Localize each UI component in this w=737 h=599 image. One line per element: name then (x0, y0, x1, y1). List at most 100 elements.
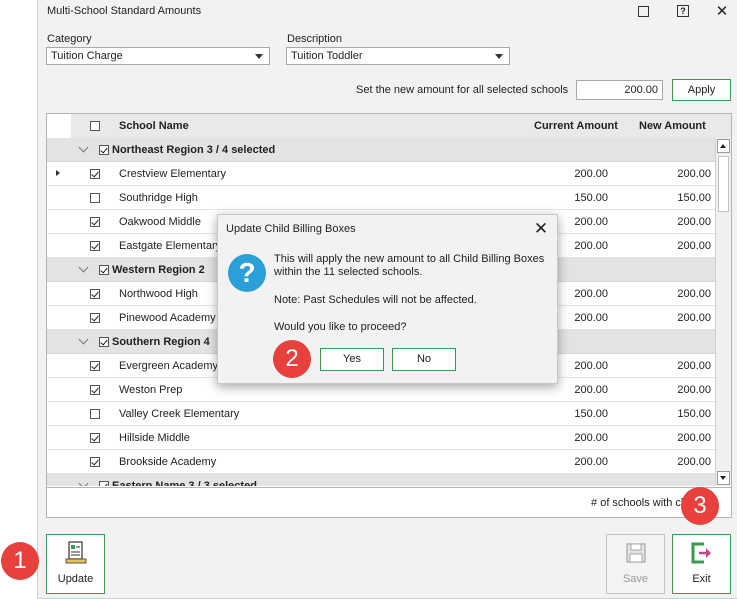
table-row[interactable]: Brookside Academy 200.00 200.00 (47, 450, 715, 474)
row-checkbox[interactable] (90, 289, 100, 299)
current-amount-cell: 200.00 (574, 432, 608, 444)
table-row[interactable]: Southridge High 150.00 150.00 (47, 186, 715, 210)
title-bar: Multi-School Standard Amounts ? ✕ (38, 0, 737, 24)
school-name-cell: Weston Prep (119, 384, 183, 396)
row-checkbox[interactable] (90, 361, 100, 371)
select-all-checkbox[interactable] (90, 121, 100, 131)
current-amount-cell: 200.00 (574, 240, 608, 252)
dialog-message-line2: within the 11 selected schools. (274, 266, 423, 278)
group-checkbox[interactable] (99, 265, 109, 275)
description-label: Description (287, 33, 343, 45)
chevron-down-icon[interactable] (78, 142, 89, 153)
row-checkbox[interactable] (90, 385, 100, 395)
help-icon: ? (677, 5, 689, 17)
save-button[interactable]: Save (606, 534, 665, 594)
current-amount-cell: 200.00 (574, 288, 608, 300)
dialog-question: Would you like to proceed? (274, 321, 407, 333)
new-amount-cell[interactable]: 200.00 (677, 312, 711, 324)
description-value: Tuition Toddler (291, 50, 363, 62)
group-row[interactable]: Eastern Name 3 / 3 selected (47, 474, 715, 486)
scroll-down-arrow-icon[interactable] (717, 471, 730, 485)
new-amount-cell[interactable]: 200.00 (677, 432, 711, 444)
col-current-amount[interactable]: Current Amount (534, 120, 618, 132)
maximize-icon (637, 5, 649, 17)
description-select[interactable]: Tuition Toddler (286, 47, 510, 65)
step-badge-1: 1 (1, 542, 39, 580)
row-checkbox[interactable] (90, 313, 100, 323)
new-amount-cell[interactable]: 150.00 (677, 192, 711, 204)
confirm-dialog: Update Child Billing Boxes ✕ ? This will… (217, 214, 558, 384)
row-checkbox[interactable] (90, 409, 100, 419)
current-amount-cell: 200.00 (574, 216, 608, 228)
current-amount-cell: 200.00 (574, 384, 608, 396)
close-button[interactable]: ✕ (711, 2, 733, 20)
row-checkbox[interactable] (90, 169, 100, 179)
school-name-cell: Brookside Academy (119, 456, 217, 468)
group-checkbox[interactable] (99, 145, 109, 155)
dialog-close-icon[interactable]: ✕ (533, 219, 549, 239)
current-amount-cell: 200.00 (574, 168, 608, 180)
group-checkbox[interactable] (99, 337, 109, 347)
chevron-down-icon[interactable] (78, 334, 89, 345)
step-badge-2: 2 (273, 340, 311, 378)
vertical-scrollbar[interactable] (715, 138, 731, 486)
help-button[interactable]: ? (672, 2, 694, 20)
new-amount-cell[interactable]: 200.00 (677, 216, 711, 228)
close-icon: ✕ (715, 3, 729, 20)
new-amount-cell[interactable]: 200.00 (677, 384, 711, 396)
scroll-thumb[interactable] (718, 156, 729, 212)
group-row[interactable]: Northeast Region 3 / 4 selected (47, 138, 715, 162)
chevron-down-icon[interactable] (78, 262, 89, 273)
exit-icon (691, 542, 711, 564)
new-amount-cell[interactable]: 200.00 (677, 360, 711, 372)
update-document-icon (65, 541, 87, 564)
table-row[interactable]: Crestview Elementary 200.00 200.00 (47, 162, 715, 186)
question-icon: ? (228, 254, 266, 292)
row-checkbox[interactable] (90, 193, 100, 203)
school-name-cell: Southridge High (119, 192, 198, 204)
category-select[interactable]: Tuition Charge (46, 47, 270, 65)
current-amount-cell: 200.00 (574, 312, 608, 324)
exit-button-label: Exit (692, 573, 711, 585)
row-checkbox[interactable] (90, 433, 100, 443)
chevron-down-icon (495, 54, 503, 59)
window-title: Multi-School Standard Amounts (47, 5, 202, 17)
new-amount-cell[interactable]: 150.00 (677, 408, 711, 420)
dialog-title: Update Child Billing Boxes (226, 223, 356, 235)
save-button-label: Save (622, 573, 649, 585)
yes-button[interactable]: Yes (320, 348, 384, 371)
col-new-amount[interactable]: New Amount (639, 120, 706, 132)
group-checkbox[interactable] (99, 481, 109, 486)
new-amount-cell[interactable]: 200.00 (677, 288, 711, 300)
group-label: Southern Region 4 (112, 336, 210, 348)
school-name-cell: Valley Creek Elementary (119, 408, 240, 420)
school-name-cell: Crestview Elementary (119, 168, 226, 180)
current-amount-cell: 200.00 (574, 456, 608, 468)
dialog-note: Note: Past Schedules will not be affecte… (274, 294, 477, 306)
row-checkbox[interactable] (90, 457, 100, 467)
chevron-down-icon (255, 54, 263, 59)
grid-footer: # of schools with changes (47, 487, 731, 517)
maximize-button[interactable] (632, 2, 654, 20)
new-amount-label: Set the new amount for all selected scho… (356, 84, 569, 96)
update-button[interactable]: Update (46, 534, 105, 594)
new-amount-cell[interactable]: 200.00 (677, 456, 711, 468)
chevron-down-icon[interactable] (78, 478, 89, 486)
row-checkbox[interactable] (90, 217, 100, 227)
school-name-cell: Northwood High (119, 288, 198, 300)
update-button-label: Update (57, 573, 94, 585)
new-amount-cell[interactable]: 200.00 (677, 168, 711, 180)
row-checkbox[interactable] (90, 241, 100, 251)
table-row[interactable]: Hillside Middle 200.00 200.00 (47, 426, 715, 450)
current-amount-cell: 200.00 (574, 360, 608, 372)
table-row[interactable]: Valley Creek Elementary 150.00 150.00 (47, 402, 715, 426)
current-amount-cell: 150.00 (574, 408, 608, 420)
exit-button[interactable]: Exit (672, 534, 731, 594)
school-name-cell: Evergreen Academy (119, 360, 219, 372)
scroll-up-arrow-icon[interactable] (717, 139, 730, 153)
no-button[interactable]: No (392, 348, 456, 371)
new-amount-cell[interactable]: 200.00 (677, 240, 711, 252)
new-amount-input[interactable]: 200.00 (576, 80, 663, 100)
apply-button[interactable]: Apply (672, 79, 731, 101)
col-school-name[interactable]: School Name (119, 120, 189, 132)
